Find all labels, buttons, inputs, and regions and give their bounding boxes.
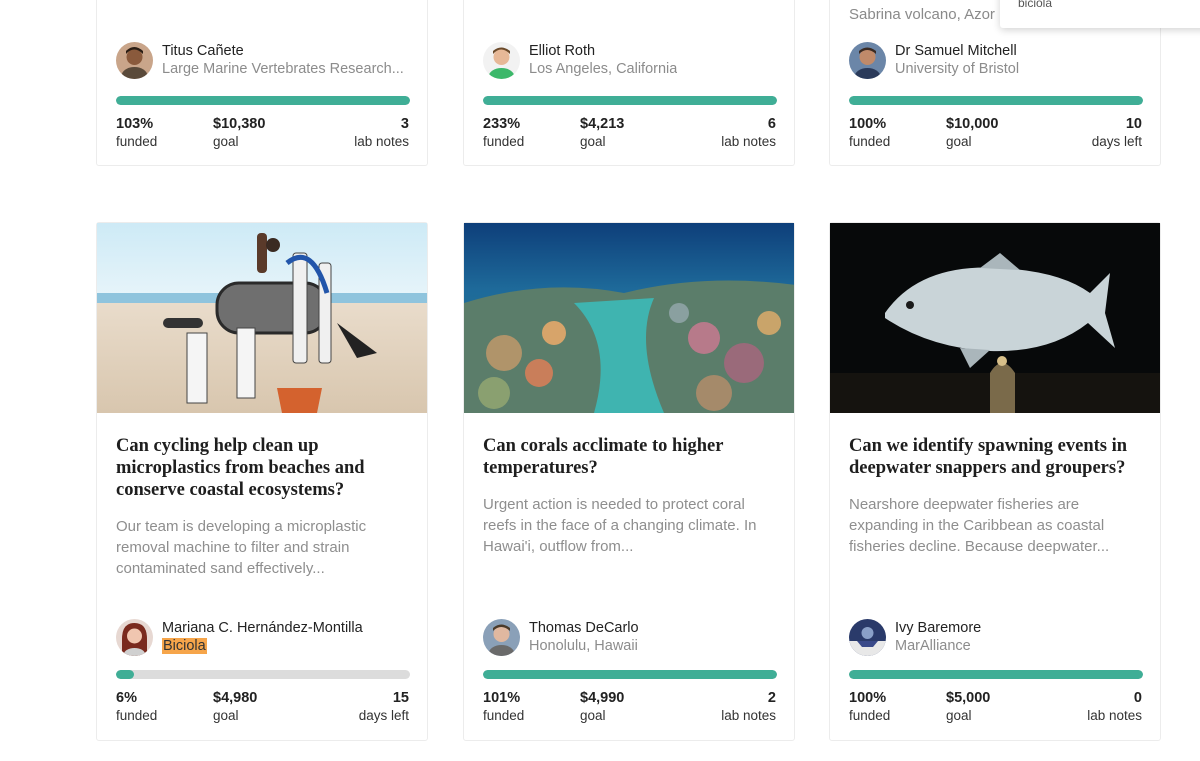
search-suggestion-dropdown[interactable]: biciola xyxy=(1000,0,1200,28)
project-title[interactable]: Can we identify spawning events in deepw… xyxy=(849,435,1139,479)
project-card[interactable]: Elliot Roth Los Angeles, California 233%… xyxy=(463,0,795,166)
project-title[interactable]: Can cycling help clean up microplastics … xyxy=(116,435,406,501)
avatar xyxy=(483,42,520,79)
goal-stat: $10,000 goal xyxy=(946,116,999,149)
funding-progress-bar xyxy=(483,96,777,105)
researcher-name[interactable]: Ivy Baremore xyxy=(895,620,981,636)
researcher-name[interactable]: Thomas DeCarlo xyxy=(529,620,639,636)
funding-progress-bar xyxy=(849,96,1143,105)
project-image[interactable] xyxy=(464,223,794,413)
days-left-stat: 15 days left xyxy=(358,690,409,723)
description-text: Sabrina volcano, Azor xyxy=(849,6,995,23)
avatar xyxy=(849,619,886,656)
funded-stat: 233% funded xyxy=(483,116,525,149)
researcher-affiliation: Los Angeles, California xyxy=(529,61,678,77)
lab-notes-stat: 3 lab notes xyxy=(354,116,409,149)
project-description: Nearshore deepwater fisheries are expand… xyxy=(849,496,1110,555)
researcher-info[interactable]: Thomas DeCarlo Honolulu, Hawaii xyxy=(483,619,783,657)
lab-notes-stat: 0 lab notes xyxy=(1087,690,1142,723)
avatar xyxy=(116,42,153,79)
researcher-info[interactable]: Titus Cañete Large Marine Vertebrates Re… xyxy=(116,42,416,80)
goal-stat: $4,990 goal xyxy=(580,690,625,723)
researcher-affiliation: Honolulu, Hawaii xyxy=(529,638,638,654)
researcher-info[interactable]: Elliot Roth Los Angeles, California xyxy=(483,42,783,80)
researcher-name[interactable]: Mariana C. Hernández-Montilla xyxy=(162,620,363,636)
funded-stat: 100% funded xyxy=(849,116,891,149)
goal-stat: $5,000 goal xyxy=(946,690,991,723)
project-title[interactable]: Can corals acclimate to higher temperatu… xyxy=(483,435,773,479)
project-description: Urgent action is needed to protect coral… xyxy=(483,496,757,555)
researcher-info[interactable]: Mariana C. Hernández-Montilla Biciola xyxy=(116,619,416,657)
lab-notes-stat: 6 lab notes xyxy=(721,116,776,149)
researcher-name[interactable]: Dr Samuel Mitchell xyxy=(895,43,1017,59)
funding-progress-bar xyxy=(116,670,410,679)
funded-stat: 101% funded xyxy=(483,690,525,723)
researcher-info[interactable]: Ivy Baremore MarAlliance xyxy=(849,619,1149,657)
project-card[interactable]: Titus Cañete Large Marine Vertebrates Re… xyxy=(96,0,428,166)
avatar xyxy=(116,619,153,656)
project-image[interactable] xyxy=(97,223,427,413)
researcher-name[interactable]: Titus Cañete xyxy=(162,43,244,59)
funding-progress-bar xyxy=(483,670,777,679)
funding-progress-bar xyxy=(849,670,1143,679)
project-card[interactable]: Can cycling help clean up microplastics … xyxy=(96,222,428,741)
avatar xyxy=(849,42,886,79)
researcher-info[interactable]: Dr Samuel Mitchell University of Bristol xyxy=(849,42,1149,80)
goal-stat: $4,980 goal xyxy=(213,690,258,723)
goal-stat: $10,380 goal xyxy=(213,116,266,149)
project-card[interactable]: Can corals acclimate to higher temperatu… xyxy=(463,222,795,741)
goal-stat: $4,213 goal xyxy=(580,116,625,149)
researcher-affiliation: University of Bristol xyxy=(895,61,1020,77)
project-image[interactable] xyxy=(830,223,1160,413)
project-description: Our team is developing a microplastic re… xyxy=(116,518,367,577)
funded-stat: 103% funded xyxy=(116,116,158,149)
researcher-affiliation: Biciola xyxy=(162,638,207,654)
researcher-affiliation: Large Marine Vertebrates Research... xyxy=(162,61,404,77)
days-left-stat: 10 days left xyxy=(1091,116,1142,149)
funded-stat: 6% funded xyxy=(116,690,158,723)
researcher-affiliation: MarAlliance xyxy=(895,638,971,654)
funded-stat: 100% funded xyxy=(849,690,891,723)
lab-notes-stat: 2 lab notes xyxy=(721,690,776,723)
researcher-name[interactable]: Elliot Roth xyxy=(529,43,595,59)
avatar xyxy=(483,619,520,656)
funding-progress-bar xyxy=(116,96,410,105)
project-card[interactable]: Can we identify spawning events in deepw… xyxy=(829,222,1161,741)
suggestion-item[interactable]: biciola xyxy=(1018,0,1052,10)
